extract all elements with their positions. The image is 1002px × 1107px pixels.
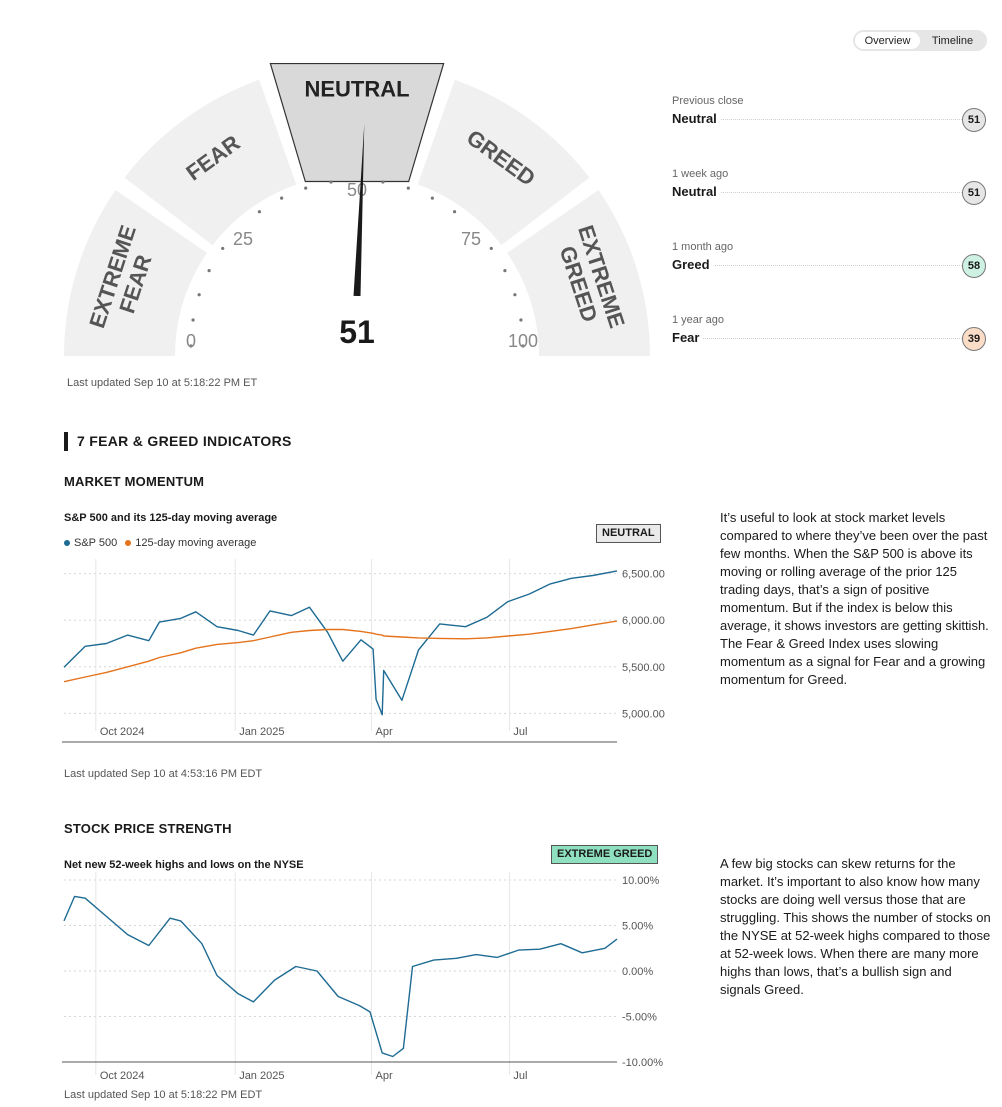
- gauge-tick-dot: [452, 210, 457, 214]
- history-row: Fear 39: [672, 327, 988, 351]
- y-tick-label: 5.00%: [622, 921, 653, 933]
- history-when: 1 month ago: [672, 241, 734, 253]
- y-tick-label: 6,000.00: [622, 615, 665, 627]
- momentum-last-updated: Last updated Sep 10 at 4:53:16 PM EDT: [64, 768, 263, 780]
- history-item-previous-close: Previous close Neutral 51: [672, 95, 988, 132]
- gauge-tick-dot: [329, 180, 333, 184]
- gauge-tick-dot: [257, 210, 262, 214]
- history-score-badge: 51: [962, 181, 986, 205]
- gauge-tick-dot: [280, 196, 284, 200]
- history-item-1-month-ago: 1 month ago Greed 58: [672, 241, 988, 278]
- history-item-1-week-ago: 1 week ago Neutral 51: [672, 168, 988, 205]
- gauge-tick-label: 25: [233, 229, 253, 249]
- momentum-rating-badge: NEUTRAL: [596, 524, 661, 543]
- strength-chart-subtitle: Net new 52-week highs and lows on the NY…: [64, 859, 304, 871]
- series-line-net-new-52-week-highs-and-lows: [63, 895, 618, 1058]
- history-score-badge: 51: [962, 108, 986, 132]
- stock-price-strength-title: STOCK PRICE STRENGTH: [64, 821, 232, 836]
- view-toggle[interactable]: Overview Timeline: [853, 30, 987, 51]
- momentum-chart-subtitle: S&P 500 and its 125-day moving average: [64, 512, 278, 524]
- y-tick-label: -5.00%: [622, 1012, 657, 1024]
- fear-greed-gauge: EXTREMEFEARFEARNEUTRALGREEDEXTREMEGREED0…: [64, 62, 650, 356]
- legend-item-moving-average: 125-day moving average: [125, 537, 256, 549]
- gauge-tick-dot: [513, 293, 517, 297]
- history-label: Greed: [672, 257, 714, 272]
- gauge-tick-dot: [381, 180, 385, 184]
- gauge-tick-label: 0: [186, 331, 196, 351]
- gauge-tick-dot: [503, 269, 507, 273]
- x-tick-label: Jan 2025: [239, 726, 284, 738]
- history-label: Neutral: [672, 184, 721, 199]
- gauge-tick-label: 75: [461, 229, 481, 249]
- y-tick-label: 0.00%: [622, 966, 653, 978]
- tab-timeline[interactable]: Timeline: [920, 32, 985, 49]
- history-score-badge: 39: [962, 327, 986, 351]
- history-score-badge: 58: [962, 254, 986, 278]
- y-tick-label: -10.00%: [622, 1057, 663, 1069]
- gauge-tick-dot: [191, 318, 195, 322]
- strength-rating-badge: EXTREME GREED: [551, 845, 659, 864]
- history-label: Neutral: [672, 111, 721, 126]
- x-tick-label: Jul: [513, 726, 527, 738]
- history-row: Neutral 51: [672, 108, 988, 132]
- gauge-tick-dot: [489, 246, 493, 251]
- x-tick-label: Jul: [513, 1070, 527, 1082]
- gauge-tick-label: 100: [508, 331, 538, 351]
- strength-chart: 10.00% 5.00% 0.00% -5.00% -10.00% Oct 2024 Jan…: [62, 872, 663, 1082]
- strength-description: A few big stocks can skew returns for th…: [720, 856, 991, 997]
- gauge-tick-dot: [221, 246, 225, 251]
- gauge-tick-dot: [430, 196, 434, 200]
- y-tick-label: 6,500.00: [622, 569, 665, 581]
- gauge-tick-label: 50: [347, 180, 367, 200]
- history-when: Previous close: [672, 95, 744, 107]
- x-tick-label: Oct 2024: [100, 1070, 145, 1082]
- momentum-chart: 5,000.00 5,500.00 6,000.00 6,500.00 Oct 2024…: [62, 559, 665, 743]
- gauge-tick-dot: [304, 186, 308, 190]
- gauge-tick-dot: [519, 318, 523, 322]
- strength-last-updated: Last updated Sep 10 at 5:18:22 PM EDT: [64, 1089, 263, 1101]
- market-momentum-title: MARKET MOMENTUM: [64, 474, 205, 489]
- history-row: Greed 58: [672, 254, 988, 278]
- gauge-segment-label: NEUTRAL: [304, 77, 409, 102]
- momentum-description: It’s useful to look at stock market leve…: [720, 510, 989, 687]
- gauge-tick-dot: [197, 293, 201, 297]
- legend-item-sp500: S&P 500: [64, 537, 117, 549]
- x-tick-label: Apr: [376, 1070, 393, 1082]
- gauge-value: 51: [339, 314, 375, 350]
- history-label: Fear: [672, 330, 704, 345]
- x-tick-label: Jan 2025: [239, 1070, 284, 1082]
- history-when: 1 week ago: [672, 168, 729, 180]
- x-tick-label: Oct 2024: [100, 726, 145, 738]
- history-leader: [672, 265, 962, 266]
- history-leader: [672, 338, 962, 339]
- momentum-legend: S&P 500 125-day moving average: [64, 537, 256, 549]
- y-tick-label: 5,500.00: [622, 662, 665, 674]
- history-when: 1 year ago: [672, 314, 724, 326]
- x-tick-label: Apr: [376, 726, 393, 738]
- history-item-1-year-ago: 1 year ago Fear 39: [672, 314, 988, 351]
- tab-overview[interactable]: Overview: [855, 32, 920, 49]
- y-tick-label: 10.00%: [622, 875, 660, 887]
- gauge-tick-dot: [207, 269, 211, 273]
- history-row: Neutral 51: [672, 181, 988, 205]
- y-tick-label: 5,000.00: [622, 708, 665, 720]
- indicators-heading: 7 FEAR & GREED INDICATORS: [64, 432, 292, 451]
- gauge-last-updated: Last updated Sep 10 at 5:18:22 PM ET: [67, 377, 258, 389]
- series-line-125-day-moving-average: [63, 620, 618, 683]
- gauge-tick-dot: [406, 186, 410, 190]
- series-line-s-p-500: [63, 570, 618, 716]
